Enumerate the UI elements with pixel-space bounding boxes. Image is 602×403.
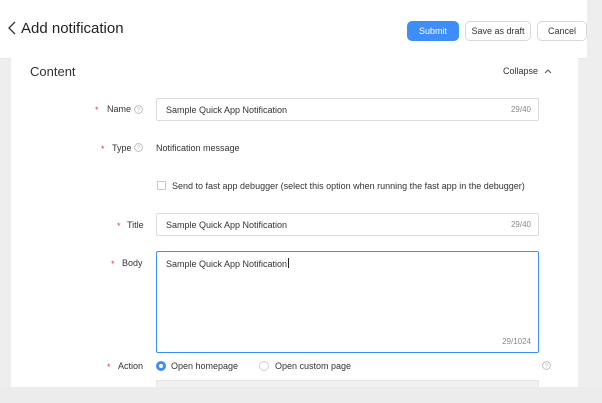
text-caret bbox=[288, 258, 290, 268]
section-title: Content bbox=[30, 64, 76, 79]
type-value: Notification message bbox=[156, 143, 240, 153]
submit-button[interactable]: Submit bbox=[407, 21, 459, 41]
back-chevron-icon[interactable] bbox=[7, 20, 17, 36]
required-mark: * bbox=[111, 259, 115, 269]
help-icon[interactable]: ? bbox=[542, 361, 551, 370]
title-input-value: Sample Quick App Notification bbox=[166, 220, 288, 230]
body-textarea[interactable]: Sample Quick App Notification 29/1024 bbox=[156, 251, 539, 353]
open-homepage-radio[interactable] bbox=[156, 361, 166, 371]
collapse-label: Collapse bbox=[503, 66, 539, 76]
cancel-button[interactable]: Cancel bbox=[537, 21, 587, 41]
open-custom-page-label: Open custom page bbox=[275, 361, 352, 371]
help-icon[interactable]: ? bbox=[134, 143, 143, 152]
required-mark: * bbox=[101, 144, 105, 154]
open-custom-page-radio[interactable] bbox=[259, 361, 269, 371]
name-input[interactable]: Sample Quick App Notification 29/40 bbox=[156, 98, 539, 121]
debugger-checkbox[interactable] bbox=[157, 181, 166, 190]
title-label: Title bbox=[127, 220, 144, 230]
page-header: Add notification Submit Save as draft Ca… bbox=[0, 0, 587, 59]
debugger-checkbox-label: Send to fast app debugger (select this o… bbox=[172, 181, 525, 191]
open-homepage-label: Open homepage bbox=[171, 361, 239, 371]
help-icon[interactable]: ? bbox=[134, 105, 143, 114]
chevron-up-icon bbox=[544, 69, 552, 74]
required-mark: * bbox=[95, 105, 99, 115]
body-textarea-value: Sample Quick App Notification bbox=[166, 259, 288, 269]
collapse-toggle[interactable]: Collapse bbox=[503, 66, 552, 76]
body-label: Body bbox=[122, 258, 143, 268]
name-char-count: 29/40 bbox=[510, 105, 531, 114]
save-draft-button[interactable]: Save as draft bbox=[465, 21, 531, 41]
action-label: Action bbox=[118, 361, 144, 371]
page-footer bbox=[0, 387, 602, 403]
title-input[interactable]: Sample Quick App Notification 29/40 bbox=[156, 213, 539, 236]
body-char-count: 29/1024 bbox=[502, 337, 531, 346]
type-label: Type bbox=[112, 143, 132, 153]
required-mark: * bbox=[117, 221, 121, 231]
name-input-value: Sample Quick App Notification bbox=[166, 105, 288, 115]
name-label: Name bbox=[107, 104, 132, 114]
page-title: Add notification bbox=[21, 20, 124, 37]
required-mark: * bbox=[107, 362, 111, 372]
title-char-count: 29/40 bbox=[510, 220, 531, 229]
